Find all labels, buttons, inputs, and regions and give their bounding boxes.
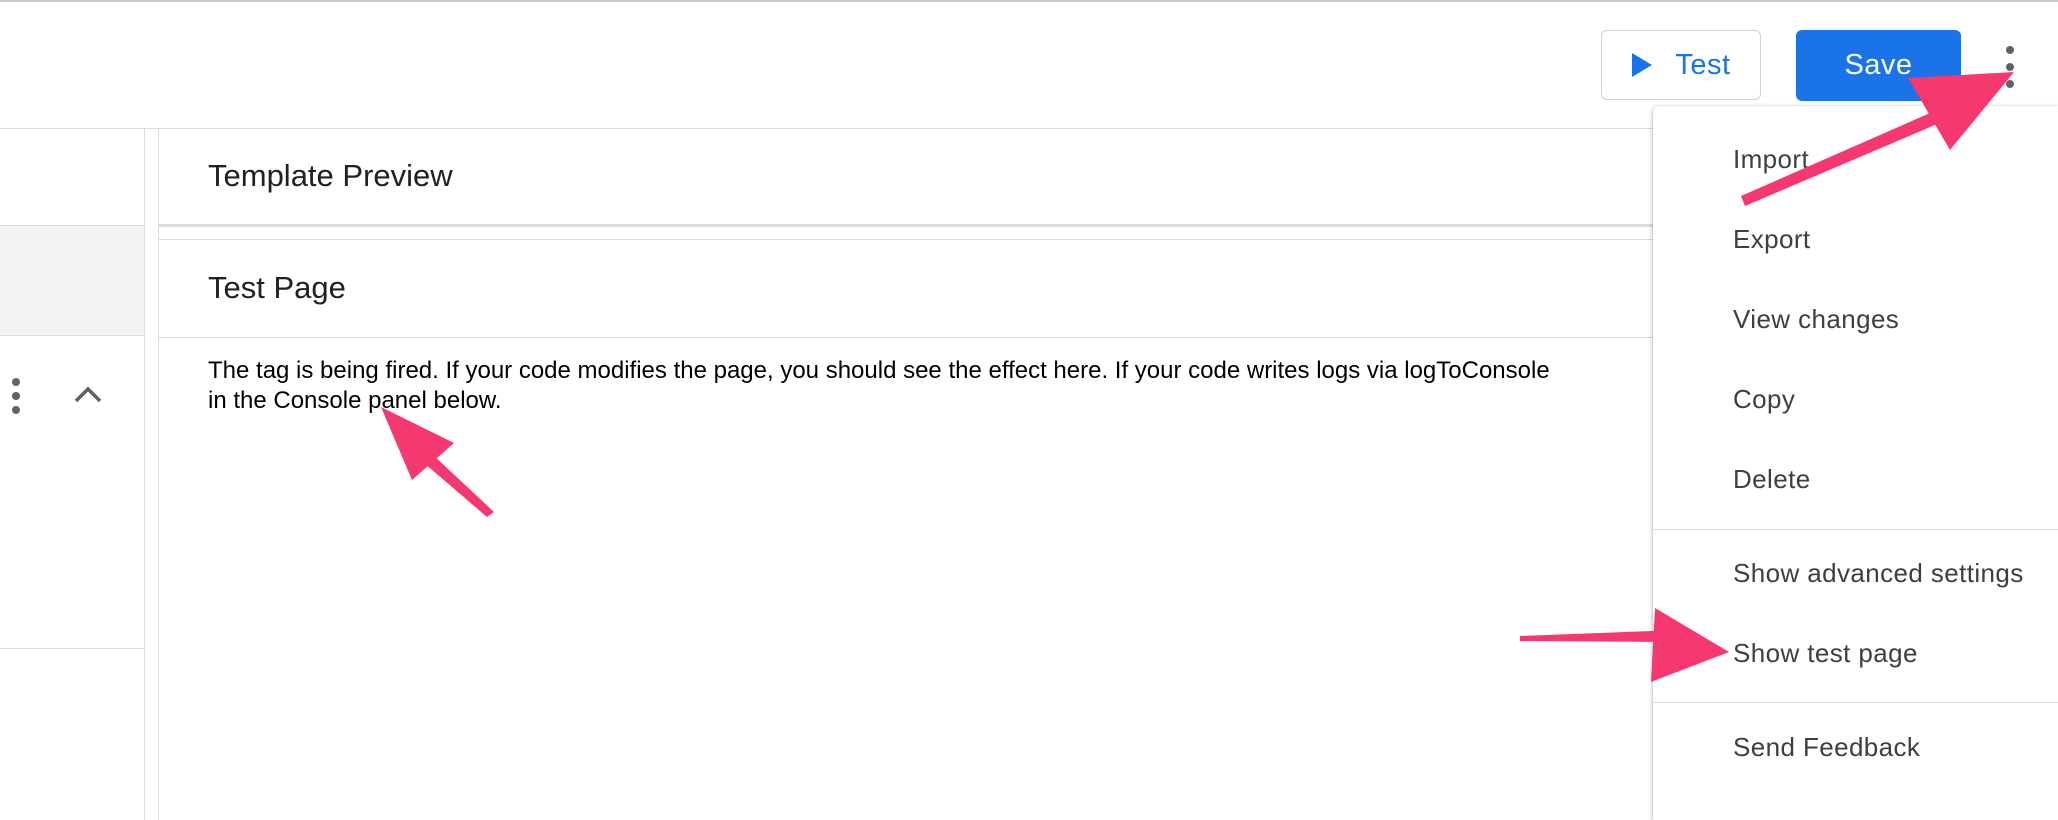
menu-item-show-advanced-settings[interactable]: Show advanced settings	[1653, 533, 2058, 613]
test-button-label: Test	[1675, 48, 1731, 81]
test-page-title: Test Page	[208, 270, 346, 305]
menu-item-show-test-page[interactable]: Show test page	[1653, 613, 2058, 693]
menu-separator	[1653, 529, 2058, 530]
template-preview-title: Template Preview	[208, 158, 453, 193]
chevron-up-icon[interactable]	[73, 382, 103, 406]
menu-item-export[interactable]: Export	[1653, 199, 2058, 279]
test-page-message-line2: in the Console panel below.	[208, 387, 502, 414]
play-icon	[1632, 53, 1653, 77]
overflow-menu: Import Export View changes Copy Delete S…	[1653, 106, 2058, 820]
menu-item-copy[interactable]: Copy	[1653, 359, 2058, 439]
menu-separator	[1653, 702, 2058, 703]
test-button[interactable]: Test	[1601, 30, 1761, 100]
left-panel-divider	[0, 648, 144, 649]
test-page-message-line1: The tag is being fired. If your code mod…	[208, 357, 1550, 384]
menu-item-send-feedback[interactable]: Send Feedback	[1653, 707, 2058, 787]
menu-item-import[interactable]: Import	[1653, 119, 2058, 199]
test-page-divider	[158, 337, 1653, 338]
card-divider	[158, 224, 1653, 240]
menu-item-view-changes[interactable]: View changes	[1653, 279, 2058, 359]
more-vert-icon[interactable]	[2000, 44, 2020, 90]
save-button[interactable]: Save	[1796, 30, 1961, 101]
test-page-message: The tag is being fired. If your code mod…	[208, 356, 1668, 416]
arrow-annotation	[381, 407, 494, 517]
top-divider	[0, 0, 2058, 2]
menu-item-delete[interactable]: Delete	[1653, 439, 2058, 519]
left-selected-row[interactable]	[0, 225, 144, 336]
row-more-vert-icon[interactable]	[6, 378, 26, 414]
left-panel-border	[144, 129, 145, 820]
